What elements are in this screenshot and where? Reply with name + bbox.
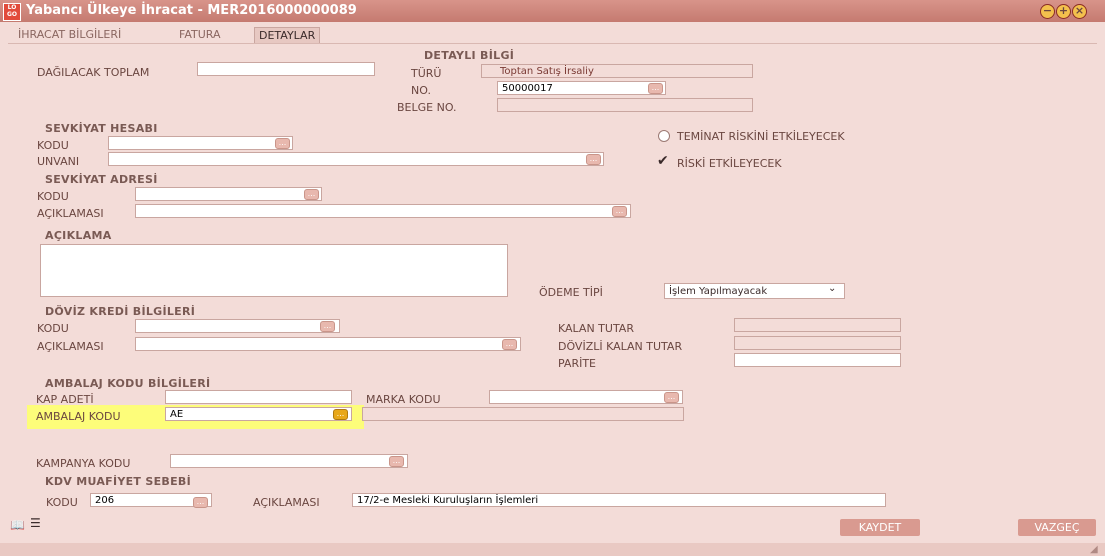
dagilacak-toplam-label: DAĞILACAK TOPLAM <box>37 66 150 79</box>
minimize-icon[interactable]: − <box>1040 4 1055 19</box>
dovizli-kalan-tutar-field <box>734 336 901 350</box>
unvani-label: UNVANI <box>37 155 80 168</box>
kap-adeti-input[interactable] <box>165 390 352 404</box>
parite-label: PARİTE <box>558 357 597 370</box>
sevkiyat-hesabi-title: SEVKİYAT HESABI <box>45 122 158 135</box>
ambalaj-kodu-label: AMBALAJ KODU <box>36 410 121 423</box>
aciklama-title: AÇIKLAMA <box>45 229 112 242</box>
sevkiyat-adresi-aciklamasi-lookup[interactable]: ... <box>612 206 627 217</box>
tab-ihracat-bilgileri[interactable]: İHRACAT BİLGİLERİ <box>14 27 125 42</box>
close-icon[interactable]: × <box>1072 4 1087 19</box>
riski-etkileyecek-checkbox[interactable]: ✔ <box>657 154 669 168</box>
kdv-muafiyet-title: KDV MUAFİYET SEBEBİ <box>45 475 191 488</box>
kdv-aciklamasi-label: AÇIKLAMASI <box>253 496 320 509</box>
vazgec-button[interactable]: VAZGEÇ <box>1018 519 1096 536</box>
unvani-input[interactable] <box>108 152 604 166</box>
dovizli-kalan-tutar-label: DÖVİZLİ KALAN TUTAR <box>558 340 683 353</box>
ambalaj-kodu-input[interactable]: AE <box>165 407 352 421</box>
ambalaj-kodu-aciklama-field <box>362 407 684 421</box>
turu-field: Toptan Satış İrsaliy <box>481 64 753 78</box>
unvani-lookup[interactable]: ... <box>586 154 601 165</box>
dagilacak-toplam-input[interactable] <box>197 62 375 76</box>
kaydet-button[interactable]: KAYDET <box>840 519 920 536</box>
doviz-kodu-label: KODU <box>37 322 69 335</box>
doviz-kredi-title: DÖVİZ KREDİ BİLGİLERİ <box>45 305 196 318</box>
kdv-kodu-lookup[interactable]: ... <box>193 497 208 508</box>
kalan-tutar-field <box>734 318 901 332</box>
no-lookup-button[interactable]: ... <box>648 83 663 94</box>
kdv-aciklamasi-value: 17/2-e Mesleki Kuruluşların İşlemleri <box>357 495 539 506</box>
kalan-tutar-label: KALAN TUTAR <box>558 322 634 335</box>
ambalaj-kodu-value: AE <box>170 409 184 420</box>
book-icon[interactable]: 📖 <box>10 518 25 532</box>
parite-input[interactable] <box>734 353 901 367</box>
belge-no-field <box>497 98 753 112</box>
turu-label: TÜRÜ <box>411 67 442 80</box>
no-value: 50000017 <box>502 83 553 94</box>
sevkiyat-adresi-kodu-lookup[interactable]: ... <box>304 189 319 200</box>
belge-no-label: BELGE NO. <box>397 101 457 114</box>
detayli-bilgi-title: DETAYLI BİLGİ <box>424 49 515 62</box>
riski-etkileyecek-label: RİSKİ ETKİLEYECEK <box>677 157 782 170</box>
document-icon[interactable]: ☰ <box>30 516 41 530</box>
kdv-aciklamasi-input[interactable]: 17/2-e Mesleki Kuruluşların İşlemleri <box>352 493 886 507</box>
sevkiyat-hesabi-kodu-lookup[interactable]: ... <box>275 138 290 149</box>
odeme-tipi-select[interactable]: İşlem Yapılmayacak <box>664 283 845 299</box>
maximize-icon[interactable]: + <box>1056 4 1071 19</box>
odeme-tipi-value: İşlem Yapılmayacak <box>669 286 768 297</box>
tab-detaylar[interactable]: DETAYLAR <box>254 27 321 44</box>
tab-fatura[interactable]: FATURA <box>175 27 224 42</box>
ambalaj-kodu-lookup[interactable]: ... <box>333 409 348 420</box>
odeme-tipi-label: ÖDEME TİPİ <box>539 286 603 299</box>
kdv-kodu-label: KODU <box>46 496 78 509</box>
kampanya-kodu-lookup[interactable]: ... <box>389 456 404 467</box>
marka-kodu-lookup[interactable]: ... <box>664 392 679 403</box>
kampanya-kodu-input[interactable] <box>170 454 408 468</box>
sevkiyat-hesabi-kodu-input[interactable] <box>108 136 293 150</box>
sevkiyat-adresi-kodu-input[interactable] <box>135 187 322 201</box>
teminat-riski-checkbox[interactable] <box>658 130 670 142</box>
marka-kodu-input[interactable] <box>489 390 683 404</box>
sevkiyat-adresi-aciklamasi-label: AÇIKLAMASI <box>37 207 104 220</box>
window-title: Yabancı Ülkeye İhracat - MER201600000008… <box>26 3 357 18</box>
doviz-kodu-input[interactable] <box>135 319 340 333</box>
app-logo-icon: LO GO <box>3 3 21 21</box>
doviz-kodu-lookup[interactable]: ... <box>320 321 335 332</box>
kampanya-kodu-label: KAMPANYA KODU <box>36 457 131 470</box>
sevkiyat-adresi-kodu-label: KODU <box>37 190 69 203</box>
tab-panel-border <box>8 43 1097 44</box>
no-label: NO. <box>411 84 431 97</box>
chevron-down-icon[interactable]: ⌄ <box>828 283 836 294</box>
status-bar <box>0 543 1105 556</box>
turu-value: Toptan Satış İrsaliy <box>500 66 594 77</box>
sevkiyat-adresi-aciklamasi-input[interactable] <box>135 204 631 218</box>
sevkiyat-hesabi-kodu-label: KODU <box>37 139 69 152</box>
marka-kodu-label: MARKA KODU <box>366 393 441 406</box>
no-input[interactable]: 50000017 <box>497 81 666 95</box>
sevkiyat-adresi-title: SEVKİYAT ADRESİ <box>45 173 158 186</box>
aciklama-textarea[interactable] <box>40 244 508 297</box>
doviz-aciklamasi-lookup[interactable]: ... <box>502 339 517 350</box>
doviz-aciklamasi-input[interactable] <box>135 337 521 351</box>
doviz-aciklamasi-label: AÇIKLAMASI <box>37 340 104 353</box>
ambalaj-kodu-title: AMBALAJ KODU BİLGİLERİ <box>45 377 211 390</box>
teminat-riski-label: TEMİNAT RİSKİNİ ETKİLEYECEK <box>677 130 845 143</box>
resize-grip-icon[interactable]: ◢ <box>1090 544 1098 555</box>
